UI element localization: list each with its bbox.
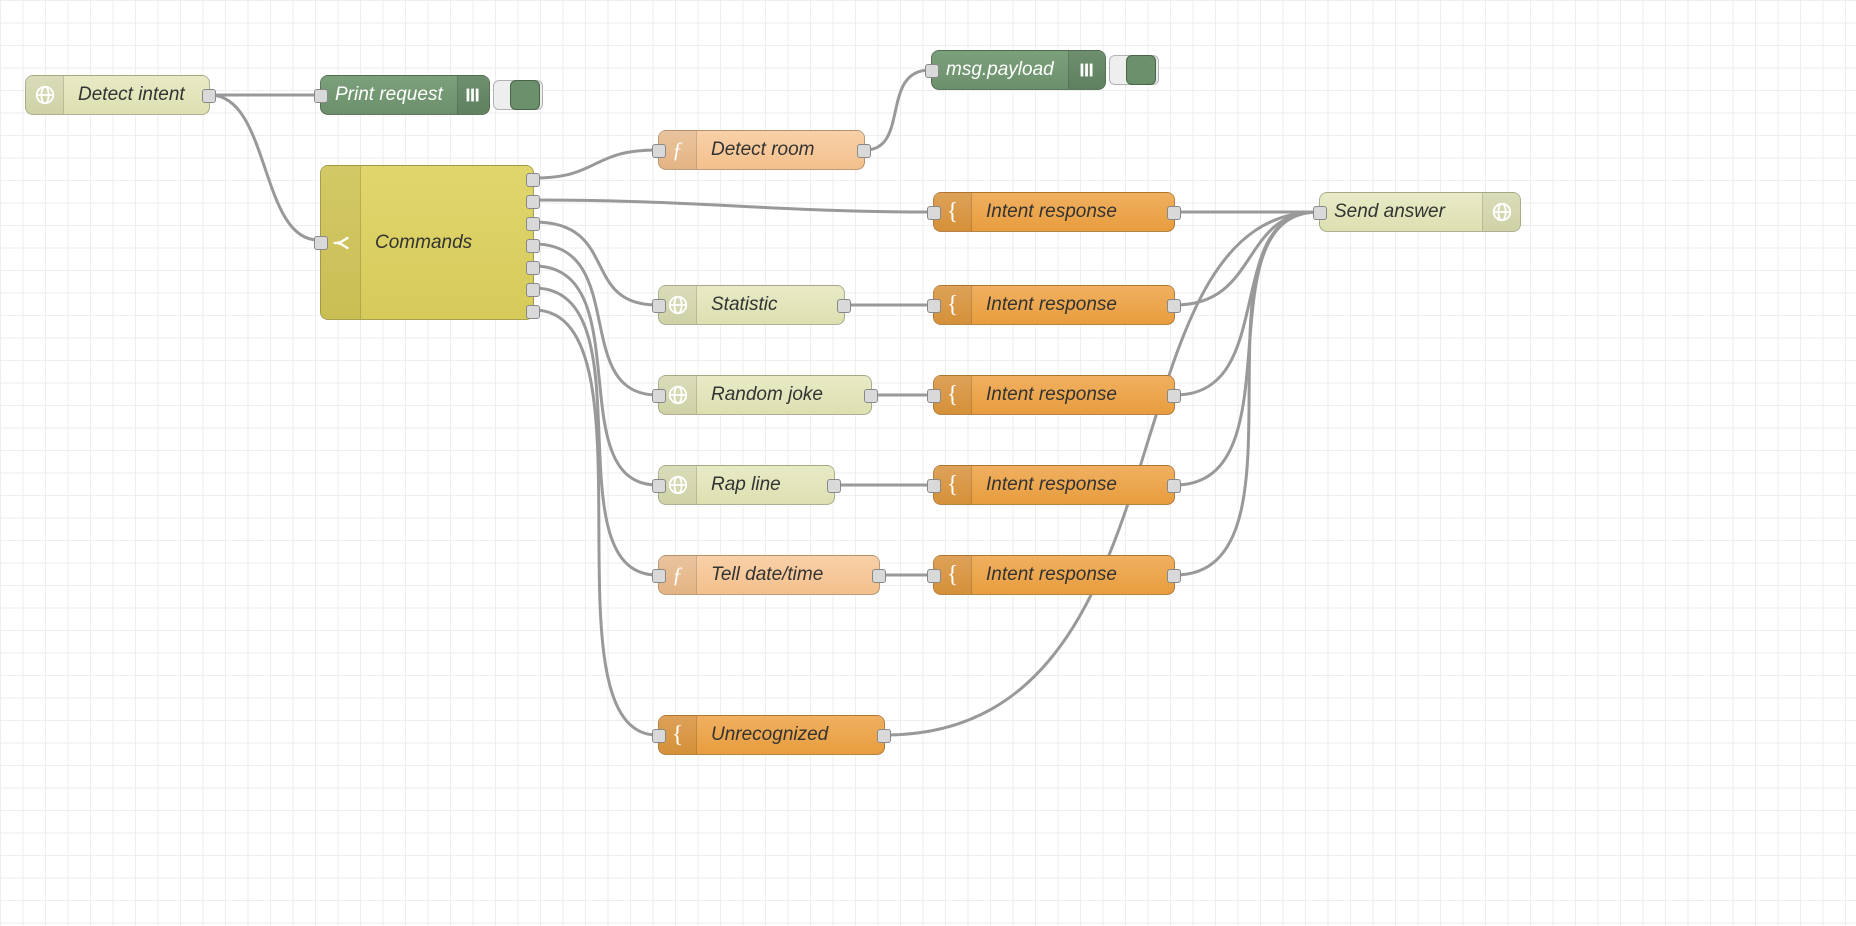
node-statistic[interactable]: Statistic [658,285,845,325]
input-port[interactable] [652,479,666,493]
node-detect-intent[interactable]: Detect intent [25,75,210,115]
input-port[interactable] [652,729,666,743]
output-port[interactable] [857,144,871,158]
flow-canvas[interactable]: Detect intent Print request msg.payload … [0,0,1856,926]
node-unrecognized[interactable]: { Unrecognized [658,715,885,755]
globe-icon [1482,193,1520,231]
output-port-4[interactable] [526,239,540,253]
output-port[interactable] [1167,479,1181,493]
node-label: Intent response [972,376,1174,414]
input-port[interactable] [314,236,328,250]
output-port[interactable] [1167,206,1181,220]
node-intent-response-2[interactable]: { Intent response [933,285,1175,325]
node-intent-response-4[interactable]: { Intent response [933,465,1175,505]
node-commands[interactable]: Commands [320,165,534,320]
input-port[interactable] [652,569,666,583]
node-label: Intent response [972,556,1174,594]
output-port[interactable] [864,389,878,403]
input-port[interactable] [652,299,666,313]
output-port-6[interactable] [526,283,540,297]
debug-icon [457,76,489,114]
output-port[interactable] [827,479,841,493]
node-msg-payload[interactable]: msg.payload [931,50,1106,90]
output-port-2[interactable] [526,195,540,209]
output-port-3[interactable] [526,217,540,231]
input-port[interactable] [927,299,941,313]
node-label: Print request [321,76,457,114]
input-port[interactable] [652,144,666,158]
output-port-5[interactable] [526,261,540,275]
input-port[interactable] [927,206,941,220]
input-port[interactable] [927,479,941,493]
node-label: Detect intent [64,76,209,114]
node-label: Detect room [697,131,864,169]
node-label: Send answer [1320,193,1482,231]
node-intent-response-3[interactable]: { Intent response [933,375,1175,415]
node-label: Intent response [972,466,1174,504]
node-label: Rap line [697,466,834,504]
node-label: Random joke [697,376,871,414]
output-port[interactable] [202,89,216,103]
node-intent-response-5[interactable]: { Intent response [933,555,1175,595]
node-label: Commands [361,166,533,319]
node-tell-datetime[interactable]: ƒ Tell date/time [658,555,880,595]
node-detect-room[interactable]: ƒ Detect room [658,130,865,170]
input-port[interactable] [927,569,941,583]
node-label: Tell date/time [697,556,879,594]
wires-layer [0,0,1856,926]
node-label: msg.payload [932,51,1068,89]
output-port[interactable] [872,569,886,583]
output-port-1[interactable] [526,173,540,187]
output-port[interactable] [837,299,851,313]
debug-icon [1068,51,1105,89]
output-port[interactable] [1167,299,1181,313]
input-port[interactable] [314,89,328,103]
input-port[interactable] [925,64,939,78]
node-label: Intent response [972,286,1174,324]
input-port[interactable] [1313,206,1327,220]
node-random-joke[interactable]: Random joke [658,375,872,415]
node-rap-line[interactable]: Rap line [658,465,835,505]
debug-toggle-button[interactable] [1126,55,1156,85]
input-port[interactable] [652,389,666,403]
debug-toggle-button[interactable] [510,80,540,110]
node-label: Statistic [697,286,844,324]
globe-icon [26,76,64,114]
output-port[interactable] [877,729,891,743]
input-port[interactable] [927,389,941,403]
output-port[interactable] [1167,569,1181,583]
node-send-answer[interactable]: Send answer [1319,192,1521,232]
output-port-7[interactable] [526,305,540,319]
node-label: Unrecognized [697,716,884,754]
output-port[interactable] [1167,389,1181,403]
node-label: Intent response [972,193,1174,231]
node-print-request[interactable]: Print request [320,75,490,115]
node-intent-response-1[interactable]: { Intent response [933,192,1175,232]
